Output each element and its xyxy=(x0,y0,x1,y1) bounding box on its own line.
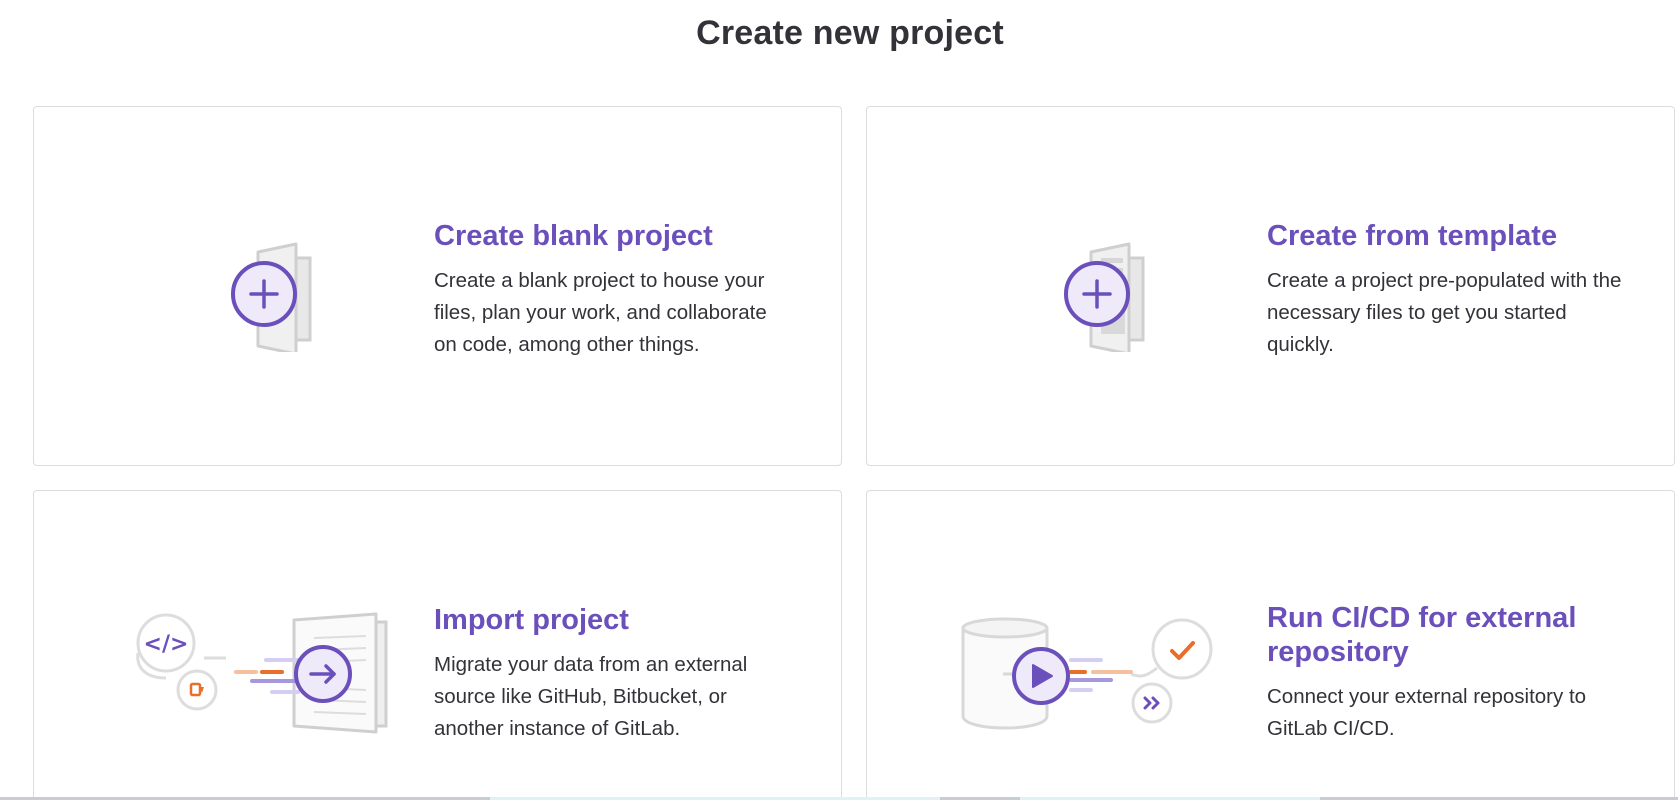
cicd-illustration xyxy=(961,616,1221,741)
create-from-template-card[interactable]: Create from template Create a project pr… xyxy=(866,106,1675,466)
import-illustration: </> xyxy=(126,608,406,743)
page-title: Create new project xyxy=(696,14,1004,52)
card-title[interactable]: Create blank project xyxy=(434,219,794,253)
card-description: Create a blank project to house your fil… xyxy=(434,269,767,356)
run-cicd-card[interactable]: Run CI/CD for external repository Connec… xyxy=(866,490,1675,800)
import-project-card[interactable]: </> Import project Migrate your data fro… xyxy=(33,490,842,800)
card-description: Connect your external repository to GitL… xyxy=(1267,685,1587,740)
plus-icon xyxy=(231,242,312,356)
card-description: Migrate your data from an external sourc… xyxy=(434,653,748,740)
create-blank-project-card[interactable]: Create blank project Create a blank proj… xyxy=(33,106,842,466)
cicd-play-icon xyxy=(961,617,1213,730)
blank-project-illustration xyxy=(194,222,334,357)
card-title[interactable]: Import project xyxy=(434,603,794,637)
import-arrow-icon: </> xyxy=(136,612,388,734)
card-description: Create a project pre-populated with the … xyxy=(1267,269,1622,356)
card-title[interactable]: Run CI/CD for external repository xyxy=(1267,601,1627,669)
svg-text:</>: </> xyxy=(144,632,189,657)
create-project-page: Create new project Create blank project … xyxy=(0,0,1678,800)
template-plus-icon xyxy=(1064,242,1145,356)
template-illustration xyxy=(1027,222,1167,357)
card-title[interactable]: Create from template xyxy=(1267,219,1627,253)
